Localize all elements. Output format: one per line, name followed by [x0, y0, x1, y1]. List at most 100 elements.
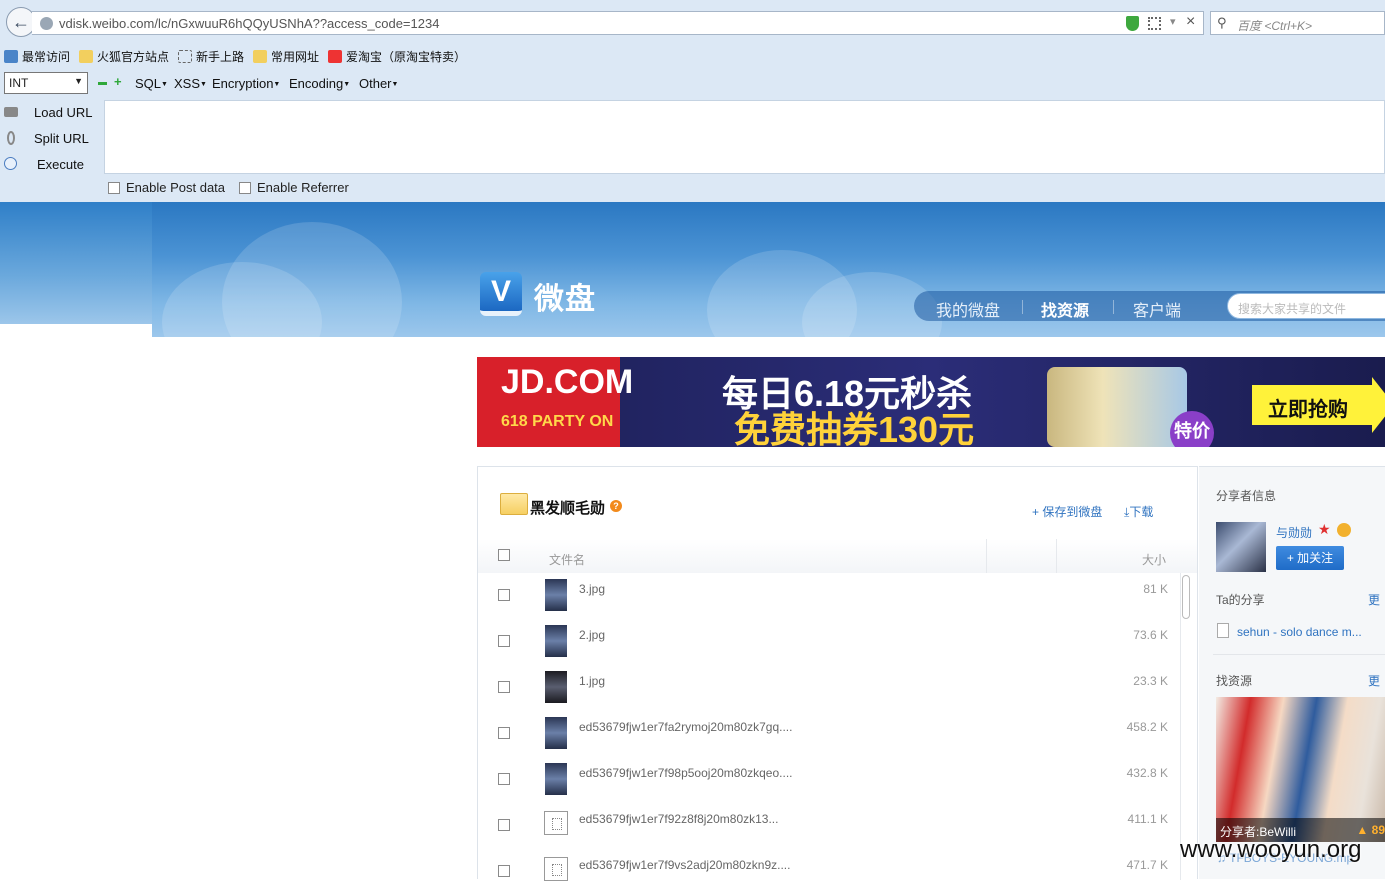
- column-size[interactable]: 大小: [1142, 551, 1166, 568]
- checkbox[interactable]: [239, 181, 251, 194]
- shared-file-link[interactable]: sehun - solo dance m...: [1237, 625, 1362, 639]
- site-logo-text[interactable]: 微盘: [534, 274, 596, 318]
- url-text: vdisk.weibo.com/lc/nGxwuuR6hQQyUSNhA??ac…: [59, 16, 440, 31]
- bookmark-most-visited[interactable]: 最常访问: [4, 48, 70, 65]
- browser-search-input[interactable]: ⚲ 百度 <Ctrl+K>: [1210, 11, 1385, 35]
- file-row[interactable]: 1.jpg 23.3 K: [478, 665, 1178, 711]
- nav-my-weipan[interactable]: 我的微盘: [936, 297, 1000, 321]
- file-name[interactable]: ed53679fjw1er7f92z8f8j20m80zk13...: [579, 812, 778, 826]
- file-name[interactable]: 1.jpg: [579, 674, 605, 688]
- hackbar-url-textarea[interactable]: [104, 100, 1385, 174]
- more-link[interactable]: 更: [1368, 672, 1380, 689]
- image-thumbnail: [545, 625, 567, 657]
- enable-referrer-checkbox[interactable]: Enable Referrer: [239, 180, 349, 195]
- file-row[interactable]: ed53679fjw1er7fa2rymoj20m80zk7gq.... 458…: [478, 711, 1178, 757]
- ad-special-badge: 特价: [1170, 411, 1214, 447]
- other-menu[interactable]: Other▼: [359, 76, 398, 91]
- int-select-value: INT: [9, 76, 29, 90]
- file-checkbox[interactable]: [498, 727, 510, 739]
- file-row[interactable]: ed53679fjw1er7f9vs2adj20m80zkn9z.... 471…: [478, 849, 1178, 895]
- follow-button[interactable]: + 加关注: [1276, 546, 1344, 570]
- jd-party-text: 618 PARTY ON: [501, 413, 614, 430]
- file-name[interactable]: 2.jpg: [579, 628, 605, 642]
- nav-client[interactable]: 客户端: [1133, 297, 1181, 321]
- file-name[interactable]: ed53679fjw1er7f98p5ooj20m80zkqeo....: [579, 766, 793, 780]
- file-size: 411.1 K: [1127, 812, 1168, 826]
- execute-button[interactable]: Execute: [0, 152, 104, 176]
- enable-post-data-checkbox[interactable]: Enable Post data: [108, 180, 225, 195]
- weipan-logo-icon[interactable]: V: [480, 272, 522, 316]
- file-checkbox[interactable]: [498, 773, 510, 785]
- bookmark-ai-taobao[interactable]: 爱淘宝（原淘宝特卖）: [328, 48, 466, 65]
- sidebar: 分享者信息 与勋勋 ★ + 加关注 Ta的分享 更 sehun - solo d…: [1199, 466, 1385, 879]
- column-filename[interactable]: 文件名: [549, 551, 585, 568]
- sharer-name[interactable]: 与勋勋: [1276, 524, 1312, 541]
- resource-count: ▲ 89: [1356, 823, 1385, 837]
- chevron-down-icon: ▼: [74, 76, 83, 86]
- plus-icon[interactable]: +: [114, 74, 122, 89]
- split-url-button[interactable]: Split URL: [0, 126, 104, 150]
- avatar[interactable]: [1216, 522, 1266, 572]
- file-row[interactable]: 3.jpg 81 K: [478, 573, 1178, 619]
- resource-count-value: 89: [1371, 823, 1385, 837]
- folder-icon: [253, 50, 267, 63]
- ad-buy-now-button[interactable]: 立即抢购: [1252, 377, 1385, 433]
- jd-ad-banner[interactable]: JD.COM 618 PARTY ON 每日6.18元秒杀 免费抽券130元 特…: [477, 357, 1385, 447]
- image-thumbnail: [545, 579, 567, 611]
- scrollbar-track[interactable]: [1180, 573, 1190, 880]
- file-row[interactable]: ed53679fjw1er7f92z8f8j20m80zk13... 411.1…: [478, 803, 1178, 849]
- jd-logo: JD.COM: [501, 363, 634, 401]
- bookmark-getting-started[interactable]: 新手上路: [178, 48, 244, 65]
- url-dropdown-icon[interactable]: ▾: [1170, 15, 1176, 28]
- shield-icon[interactable]: [1126, 16, 1139, 31]
- download-button[interactable]: ⤓下载: [1124, 503, 1153, 520]
- resource-thumbnail[interactable]: 分享者:BeWilli ▲ 89: [1216, 697, 1385, 842]
- split-url-label: Split URL: [34, 130, 89, 146]
- qr-code-icon[interactable]: [1148, 17, 1161, 30]
- menu-label: XSS: [174, 76, 201, 91]
- nav-find-resources[interactable]: 找资源: [1041, 297, 1089, 321]
- file-checkbox[interactable]: [498, 819, 510, 831]
- select-all-checkbox[interactable]: [498, 549, 510, 561]
- taobao-icon: [328, 50, 342, 63]
- file-row[interactable]: 2.jpg 73.6 K: [478, 619, 1178, 665]
- menu-label: Other: [359, 76, 392, 91]
- bookmark-common-sites[interactable]: 常用网址: [253, 48, 319, 65]
- xss-menu[interactable]: XSS▼: [174, 76, 207, 91]
- minus-icon[interactable]: [98, 82, 107, 85]
- int-select[interactable]: INT ▼: [4, 72, 88, 94]
- checkbox[interactable]: [108, 181, 120, 194]
- address-bar[interactable]: vdisk.weibo.com/lc/nGxwuuR6hQQyUSNhA??ac…: [32, 11, 1204, 35]
- more-link[interactable]: 更: [1368, 591, 1380, 608]
- load-url-button[interactable]: Load URL: [0, 100, 104, 124]
- site-search-input[interactable]: 搜索大家共享的文件: [1227, 293, 1385, 319]
- file-name[interactable]: 3.jpg: [579, 582, 605, 596]
- bookmark-label: 新手上路: [196, 50, 245, 64]
- jd-logo-block: JD.COM 618 PARTY ON: [477, 357, 633, 447]
- sql-menu[interactable]: SQL▼: [135, 76, 168, 91]
- file-checkbox[interactable]: [498, 589, 510, 601]
- encoding-menu[interactable]: Encoding▼: [289, 76, 350, 91]
- close-icon[interactable]: ×: [1186, 13, 1195, 31]
- ta-shares-heading: Ta的分享: [1216, 593, 1265, 607]
- scrollbar-thumb[interactable]: [1182, 575, 1190, 619]
- globe-icon: [40, 17, 53, 30]
- save-to-weipan-button[interactable]: + 保存到微盘: [1032, 503, 1102, 520]
- file-row[interactable]: ed53679fjw1er7f98p5ooj20m80zkqeo.... 432…: [478, 757, 1178, 803]
- file-name[interactable]: ed53679fjw1er7f9vs2adj20m80zkn9z....: [579, 858, 790, 872]
- fire-icon: ▲: [1356, 823, 1369, 837]
- play-icon: [4, 157, 17, 170]
- bookmark-folder-icon: [4, 50, 18, 63]
- help-icon[interactable]: ?: [610, 500, 622, 512]
- file-checkbox[interactable]: [498, 681, 510, 693]
- file-checkbox[interactable]: [498, 635, 510, 647]
- file-size: 471.7 K: [1126, 858, 1168, 872]
- file-checkbox[interactable]: [498, 865, 510, 877]
- encryption-menu[interactable]: Encryption▼: [212, 76, 280, 91]
- menu-label: Encryption: [212, 76, 274, 91]
- site-header: V 微盘 我的微盘 找资源 客户端 搜索大家共享的文件: [152, 202, 1385, 337]
- folder-icon: [500, 493, 528, 515]
- bookmark-firefox-site[interactable]: 火狐官方站点: [79, 48, 169, 65]
- star-icon: ★: [1318, 521, 1331, 537]
- file-name[interactable]: ed53679fjw1er7fa2rymoj20m80zk7gq....: [579, 720, 792, 734]
